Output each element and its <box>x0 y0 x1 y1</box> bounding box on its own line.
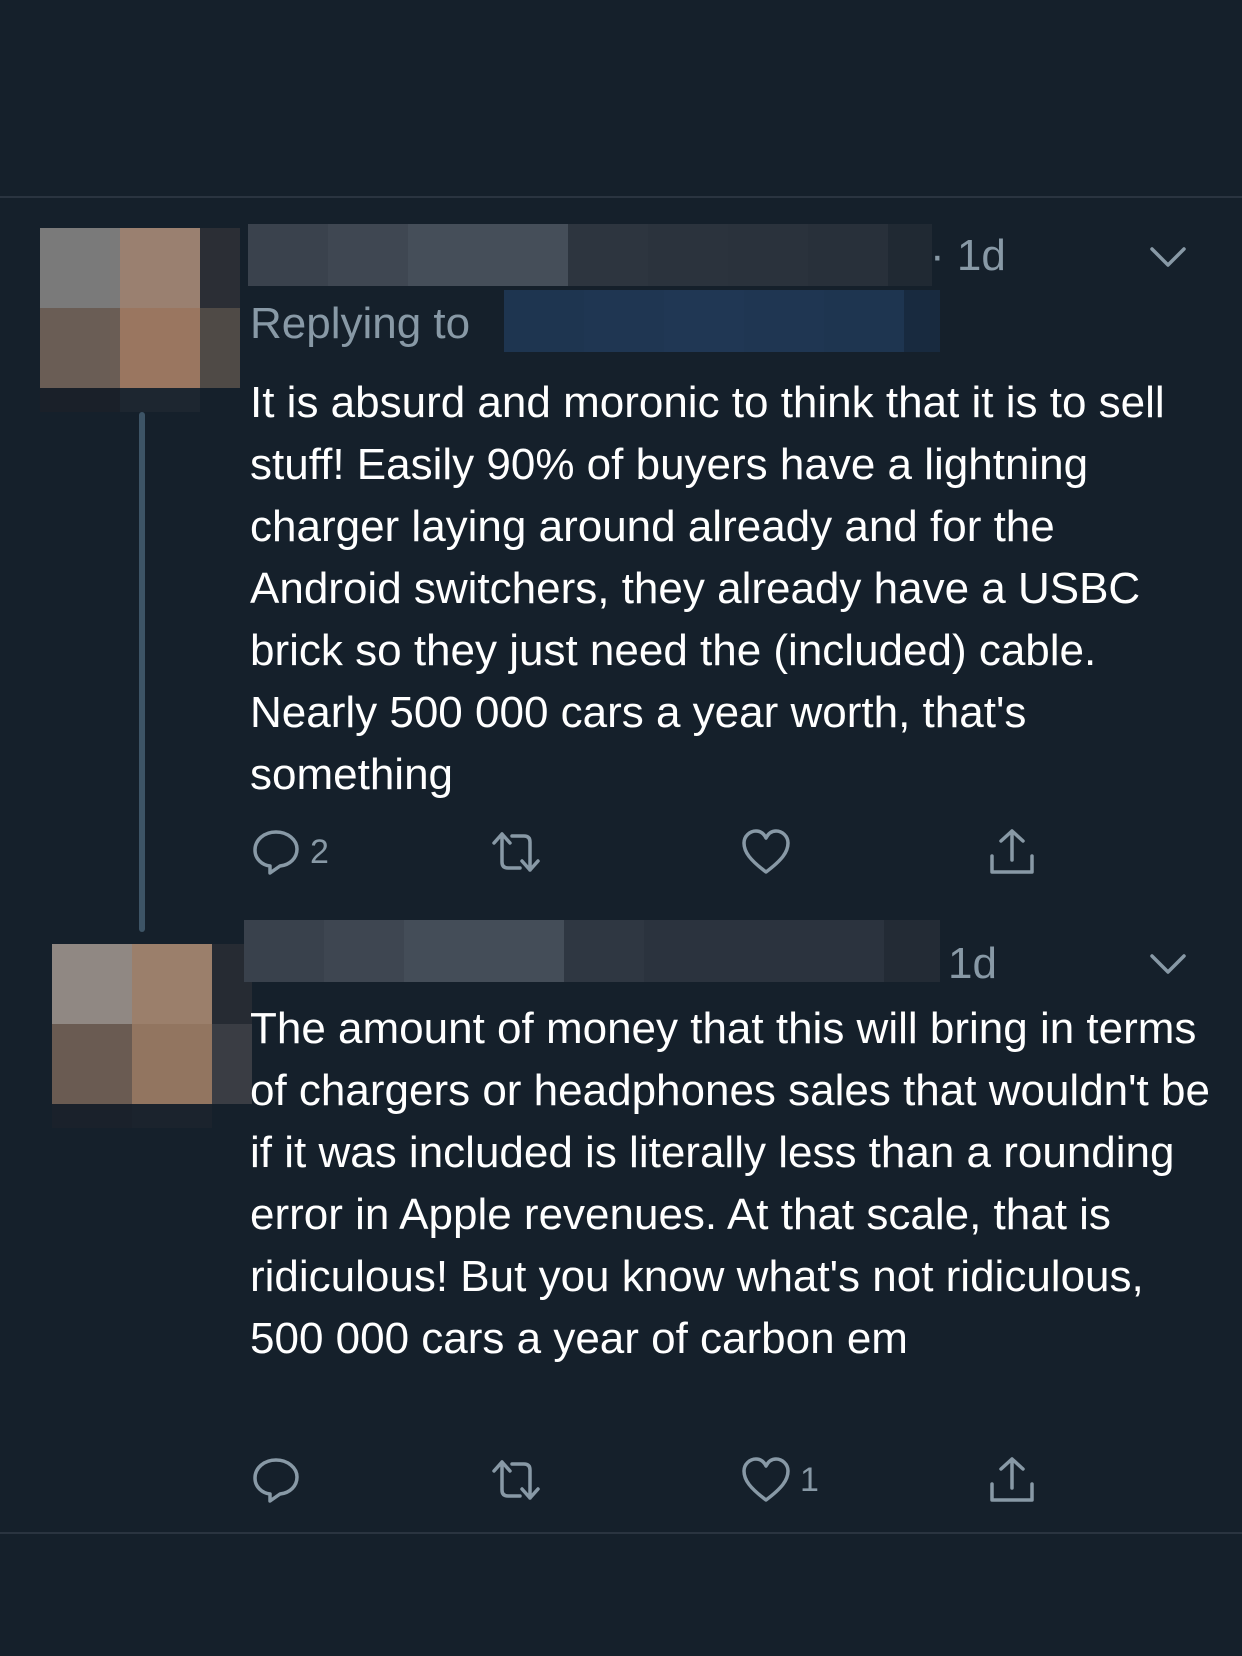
author-name-redacted[interactable] <box>244 920 940 982</box>
tweet-2[interactable]: 1d The amount of money that this will br… <box>0 0 1242 1532</box>
retweet-icon <box>492 1460 540 1500</box>
reply-icon <box>253 1458 299 1503</box>
like-button[interactable]: 1 <box>740 1450 819 1510</box>
tweet-actions: 1 <box>250 1450 1050 1510</box>
bottom-divider <box>0 1532 1242 1534</box>
reply-button[interactable] <box>250 1450 310 1510</box>
tweet-text: The amount of money that this will bring… <box>250 1004 1223 1363</box>
avatar[interactable] <box>52 944 252 1128</box>
like-count: 1 <box>800 1460 819 1499</box>
timestamp[interactable]: 1d <box>948 938 997 990</box>
like-icon <box>742 1457 790 1502</box>
share-icon <box>990 1457 1034 1502</box>
share-button[interactable] <box>986 1450 1038 1510</box>
retweet-button[interactable] <box>490 1450 550 1510</box>
chevron-down-icon[interactable] <box>1148 950 1188 978</box>
